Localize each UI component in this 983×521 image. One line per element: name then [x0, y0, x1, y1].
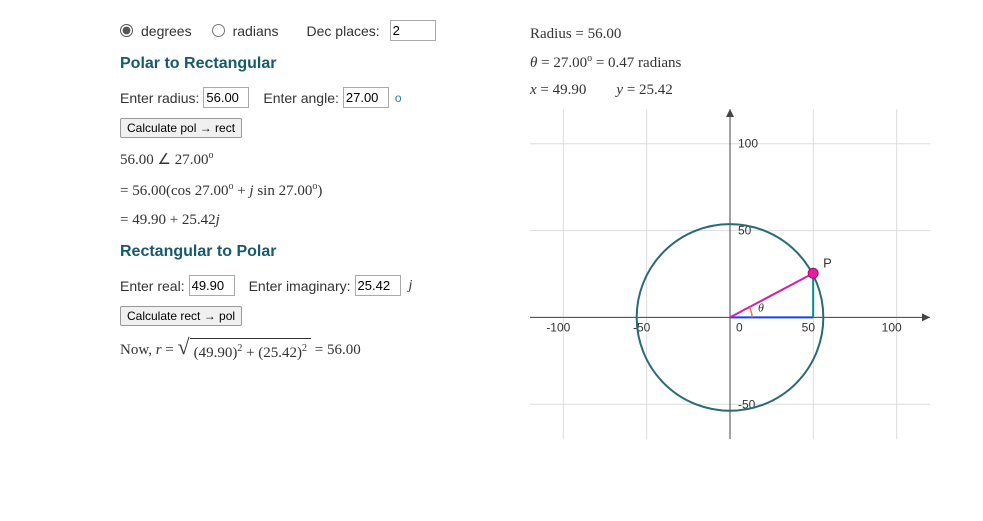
- svg-text:100: 100: [738, 137, 758, 151]
- degrees-radio[interactable]: [120, 24, 133, 37]
- dec-places-input[interactable]: [390, 20, 436, 41]
- enter-radius-label: Enter radius:: [120, 90, 199, 106]
- radians-label: radians: [233, 23, 279, 39]
- enter-real-label: Enter real:: [120, 278, 185, 294]
- enter-imag-label: Enter imaginary:: [249, 278, 351, 294]
- calc-pol-rect-label: Calculate pol → rect: [127, 121, 235, 135]
- readout-x: x = 49.90: [530, 82, 586, 99]
- p2r-heading: Polar to Rectangular: [120, 55, 480, 73]
- angle-input[interactable]: [343, 87, 389, 108]
- svg-text:-100: -100: [546, 320, 570, 334]
- imag-unit: j: [409, 278, 413, 294]
- svg-text:0: 0: [736, 320, 743, 334]
- svg-text:100: 100: [882, 320, 902, 334]
- unit-controls: degrees radians Dec places:: [120, 20, 480, 41]
- degrees-label: degrees: [141, 23, 192, 39]
- svg-text:θ: θ: [758, 300, 764, 314]
- polar-plot: -100-50050100-5050100θP: [530, 109, 930, 439]
- p2r-result-line3: = 49.90 + 25.42j: [120, 212, 480, 229]
- radius-input[interactable]: [203, 87, 249, 108]
- calc-pol-rect-button[interactable]: Calculate pol → rect: [120, 118, 242, 138]
- calc-rect-pol-label: Calculate rect → pol: [127, 309, 235, 323]
- dec-places-label: Dec places:: [307, 23, 380, 39]
- r2p-result-line: Now, r = √ (49.90)2 + (25.42)2 = 56.00: [120, 338, 480, 363]
- readout-y: y = 25.42: [616, 82, 672, 99]
- enter-angle-label: Enter angle:: [263, 90, 339, 106]
- p2r-result-line2: = 56.00(cos 27.00o + j sin 27.00o): [120, 181, 480, 200]
- readout-theta: θ = 27.00o = 0.47 radians: [530, 53, 963, 72]
- readout-block: Radius = 56.00 θ = 27.00o = 0.47 radians…: [530, 26, 963, 99]
- svg-text:-50: -50: [633, 320, 651, 334]
- svg-text:50: 50: [802, 320, 816, 334]
- real-input[interactable]: [189, 275, 235, 296]
- readout-radius: Radius = 56.00: [530, 26, 963, 43]
- calc-rect-pol-button[interactable]: Calculate rect → pol: [120, 306, 242, 326]
- p2r-result-line1: 56.00 ∠ 27.00o: [120, 150, 480, 169]
- imag-input[interactable]: [355, 275, 401, 296]
- radians-radio[interactable]: [212, 24, 225, 37]
- svg-text:P: P: [823, 255, 832, 270]
- angle-unit: o: [395, 91, 402, 105]
- r2p-heading: Rectangular to Polar: [120, 243, 480, 261]
